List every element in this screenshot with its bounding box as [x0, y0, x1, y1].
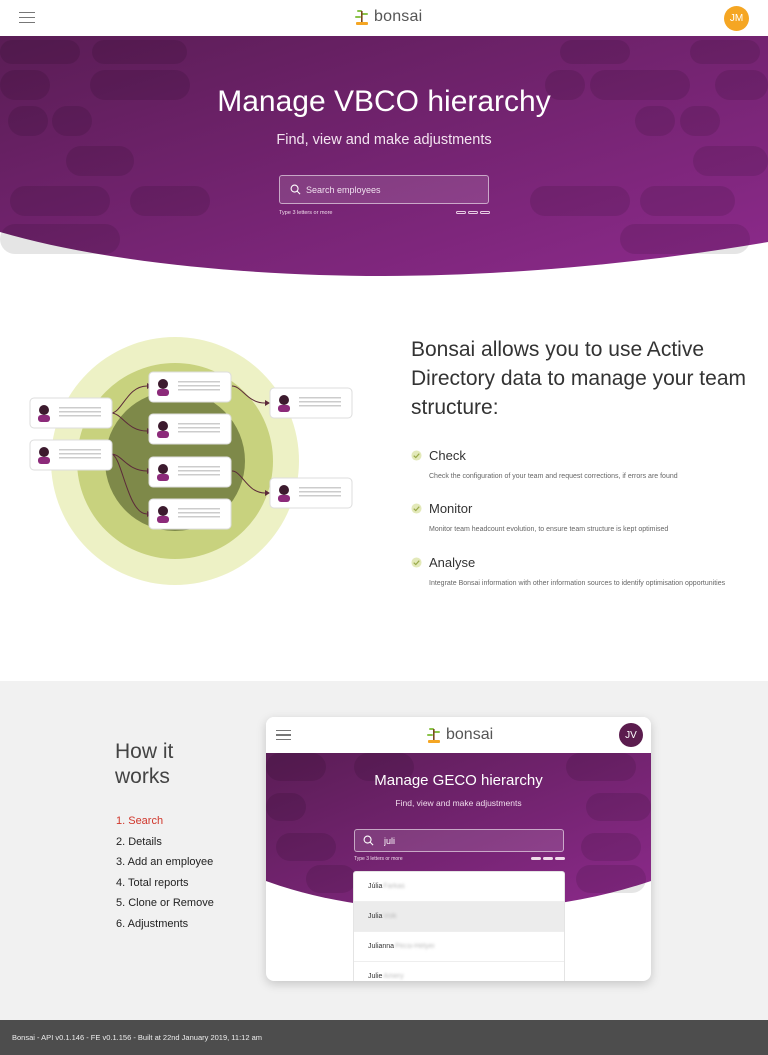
search-result: Julia Volk	[354, 902, 564, 932]
team-hierarchy-illustration	[29, 337, 353, 585]
hero-title: Manage VBCO hierarchy	[217, 85, 551, 118]
bonsai-logo-icon	[427, 728, 440, 743]
hero-background	[0, 36, 768, 276]
features-heading: Bonsai allows you to use Active Director…	[411, 338, 746, 419]
step-add-employee[interactable]: 3. Add an employee	[116, 852, 214, 873]
step-details[interactable]: 2. Details	[116, 832, 214, 853]
app-preview: bonsai JV Manage GECO hierarchy Find, vi…	[266, 717, 651, 981]
preview-avatar: JV	[619, 723, 643, 747]
how-it-works-title: How it works	[115, 740, 174, 788]
logo[interactable]: bonsai	[354, 8, 422, 26]
hero-banner: Manage VBCO hierarchy Find, view and mak…	[0, 36, 768, 276]
feature-title: Check	[429, 448, 466, 463]
logo-text: bonsai	[446, 726, 494, 743]
employee-search[interactable]	[279, 175, 489, 204]
search-result: Julie Amery	[354, 962, 564, 981]
bonsai-logo-icon	[355, 10, 368, 25]
search-input[interactable]	[306, 184, 476, 195]
feature-description: Monitor team headcount evolution, to ens…	[429, 526, 669, 533]
footer: Bonsai - API v0.1.146 - FE v0.1.156 - Bu…	[0, 1020, 768, 1055]
feature-title: Analyse	[429, 555, 476, 570]
preview-subtitle: Find, view and make adjustments	[395, 798, 522, 808]
preview-search-input	[384, 835, 554, 846]
checkmark-icon	[411, 450, 422, 461]
checkmark-icon	[411, 557, 422, 568]
feature-description: Check the configuration of your team and…	[429, 473, 678, 480]
loading-dashes	[456, 211, 490, 214]
steps-list: 1. Search 2. Details 3. Add an employee …	[116, 811, 214, 934]
preview-loading-dashes	[531, 857, 565, 860]
top-bar: bonsai JM	[0, 0, 768, 36]
feature-monitor: Monitor Monitor team headcount evolution…	[411, 501, 731, 537]
search-icon	[290, 184, 301, 195]
search-result: Júlia Farkas	[354, 872, 564, 902]
step-search[interactable]: 1. Search	[116, 811, 214, 832]
menu-icon[interactable]	[19, 12, 35, 23]
preview-search-hint: Type 3 letters or more	[354, 856, 403, 862]
feature-analyse: Analyse Integrate Bonsai information wit…	[411, 555, 731, 591]
preview-logo: bonsai	[426, 726, 493, 744]
preview-top-bar: bonsai JV	[266, 717, 651, 753]
search-result: Julianna Pécsi-Hétyei	[354, 932, 564, 962]
hero-subtitle: Find, view and make adjustments	[276, 132, 492, 148]
step-total-reports[interactable]: 4. Total reports	[116, 873, 214, 894]
feature-check: Check Check the configuration of your te…	[411, 448, 731, 484]
checkmark-icon	[411, 503, 422, 514]
how-it-works-section: How it works 1. Search 2. Details 3. Add…	[0, 681, 768, 1021]
build-info: Bonsai - API v0.1.146 - FE v0.1.156 - Bu…	[12, 1033, 263, 1042]
feature-title: Monitor	[429, 501, 473, 516]
logo-text: bonsai	[374, 8, 423, 25]
user-avatar[interactable]: JM	[724, 6, 749, 31]
feature-description: Integrate Bonsai information with other …	[429, 580, 726, 587]
step-clone-remove[interactable]: 5. Clone or Remove	[116, 893, 214, 914]
search-hint: Type 3 letters or more	[279, 210, 333, 216]
preview-search	[354, 829, 564, 852]
step-adjustments[interactable]: 6. Adjustments	[116, 914, 214, 935]
menu-icon	[276, 730, 291, 743]
search-results-list: Júlia Farkas Julia Volk Julianna Pécsi-Héty…	[353, 871, 565, 981]
search-icon	[363, 835, 374, 846]
preview-title: Manage GECO hierarchy	[374, 772, 543, 789]
